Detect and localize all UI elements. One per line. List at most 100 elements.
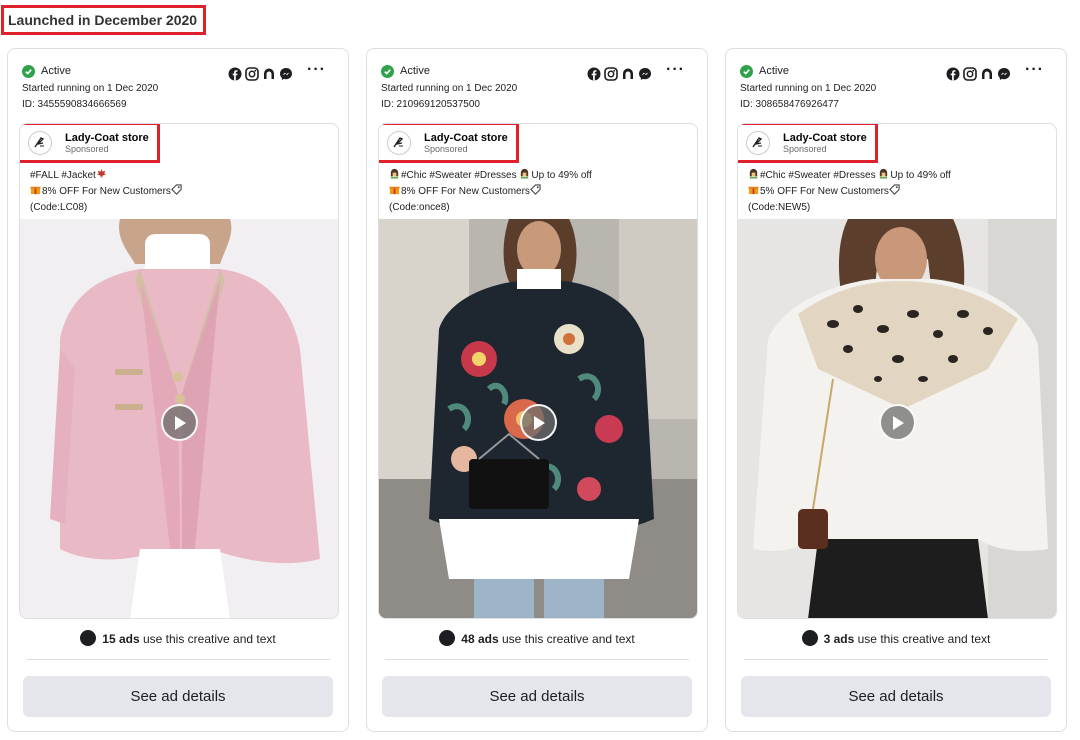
ad-copy-line: #Chic #Sweater #Dresses [401,170,517,181]
ad-card: Active Started running on 1 Dec 2020 ID:… [7,48,349,732]
status-row: Active [22,64,71,78]
ad-copy-line: #FALL #Jacket [30,170,96,181]
divider [385,659,689,660]
divider [26,659,330,660]
advertiser-name[interactable]: Lady-Coat store [65,132,149,144]
advertiser-header[interactable]: Lady-Coat store Sponsored [20,124,160,163]
ad-copy-line: 5% OFF For New Customers [760,186,889,197]
library-id: ID: 210969120537500 [381,99,480,110]
ads-count-number: 48 ads [461,632,499,646]
audience-network-icon [621,67,635,81]
ads-count-number: 3 ads [823,632,855,646]
ad-copy-line: Up to 49% off [531,170,592,181]
ads-count-suffix: use this creative and text [139,632,276,646]
platform-icons [228,67,293,81]
library-id: ID: 308658476926477 [740,99,839,110]
started-running: Started running on 1 Dec 2020 [381,83,518,94]
more-options-icon[interactable]: ··· [1025,62,1044,78]
see-ad-details-button[interactable]: See ad details [23,676,333,717]
ad-cards: Active Started running on 1 Dec 2020 ID:… [7,48,1077,734]
layers-icon [801,630,818,646]
ad-preview: Lady-Coat store Sponsored #Chic #Sweater… [737,123,1057,619]
status-row: Active [381,64,430,78]
see-ad-details-button[interactable]: See ad details [382,676,692,717]
gift-icon [389,186,400,195]
ad-card: Active Started running on 1 Dec 2020 ID:… [366,48,708,732]
advertiser-name[interactable]: Lady-Coat store [424,132,508,144]
facebook-icon [587,67,601,81]
ad-copy-line: Up to 49% off [890,170,951,181]
divider [744,659,1048,660]
play-button[interactable] [520,404,557,441]
active-check-icon [740,64,753,78]
ad-copy: #Chic #Sweater #Dresses Up to 49% off 8%… [389,168,689,216]
ad-preview: Lady-Coat store Sponsored #FALL #Jacket … [19,123,339,619]
started-running: Started running on 1 Dec 2020 [740,83,877,94]
ad-copy-line: #Chic #Sweater #Dresses [760,170,876,181]
active-check-icon [22,64,35,78]
ad-copy: #Chic #Sweater #Dresses Up to 49% off 5%… [748,168,1048,216]
instagram-icon [604,67,618,81]
tag-icon [530,184,541,195]
facebook-icon [946,67,960,81]
gift-icon [748,186,759,195]
woman-emoji-icon [880,168,888,179]
ad-video-thumbnail[interactable] [738,219,1056,618]
play-button[interactable] [161,404,198,441]
play-button[interactable] [879,404,916,441]
ad-copy-line: (Code:LC08) [30,202,88,213]
advertiser-name[interactable]: Lady-Coat store [783,132,867,144]
advertiser-logo [28,130,52,155]
facebook-icon [228,67,242,81]
started-running: Started running on 1 Dec 2020 [22,83,159,94]
ads-count-suffix: use this creative and text [854,632,991,646]
instagram-icon [245,67,259,81]
messenger-icon [997,67,1011,81]
audience-network-icon [262,67,276,81]
gift-icon [30,186,41,195]
tag-icon [889,184,900,195]
maple-leaf-icon [96,168,106,179]
sponsored-label: Sponsored [65,143,109,154]
messenger-icon [638,67,652,81]
sponsored-label: Sponsored [783,143,827,154]
ad-copy-line: 8% OFF For New Customers [42,186,171,197]
more-options-icon[interactable]: ··· [307,62,326,78]
status-label: Active [400,65,430,77]
advertiser-logo [746,130,770,155]
platform-icons [587,67,652,81]
woman-emoji-icon [521,168,529,179]
layers-icon [439,630,456,646]
see-ad-details-button[interactable]: See ad details [741,676,1051,717]
advertiser-header[interactable]: Lady-Coat store Sponsored [738,124,878,163]
audience-network-icon [980,67,994,81]
woman-emoji-icon [749,168,758,179]
tag-icon [171,184,182,195]
ad-copy-line: (Code:NEW5) [748,202,811,213]
ad-copy-line: (Code:once8) [389,202,450,213]
ad-video-thumbnail[interactable] [20,219,338,618]
ads-count: 48 ads use this creative and text [367,630,707,646]
ad-copy: #FALL #Jacket 8% OFF For New Customers (… [30,168,330,216]
ad-copy-line: 8% OFF For New Customers [401,186,530,197]
ads-count: 15 ads use this creative and text [8,630,348,646]
woman-emoji-icon [390,168,399,179]
advertiser-header[interactable]: Lady-Coat store Sponsored [379,124,519,163]
status-row: Active [740,64,789,78]
platform-icons [946,67,1011,81]
instagram-icon [963,67,977,81]
sponsored-label: Sponsored [424,143,468,154]
section-title: Launched in December 2020 [1,5,207,35]
ads-count-suffix: use this creative and text [498,632,635,646]
ad-preview: Lady-Coat store Sponsored #Chic #Sweater… [378,123,698,619]
library-id: ID: 3455590834666569 [22,99,127,110]
active-check-icon [381,64,394,78]
ad-video-thumbnail[interactable] [379,219,697,618]
layers-icon [80,630,97,646]
messenger-icon [279,67,293,81]
ads-count-number: 15 ads [102,632,140,646]
ads-count: 3 ads use this creative and text [726,630,1066,646]
more-options-icon[interactable]: ··· [666,62,685,78]
status-label: Active [41,65,71,77]
status-label: Active [759,65,789,77]
